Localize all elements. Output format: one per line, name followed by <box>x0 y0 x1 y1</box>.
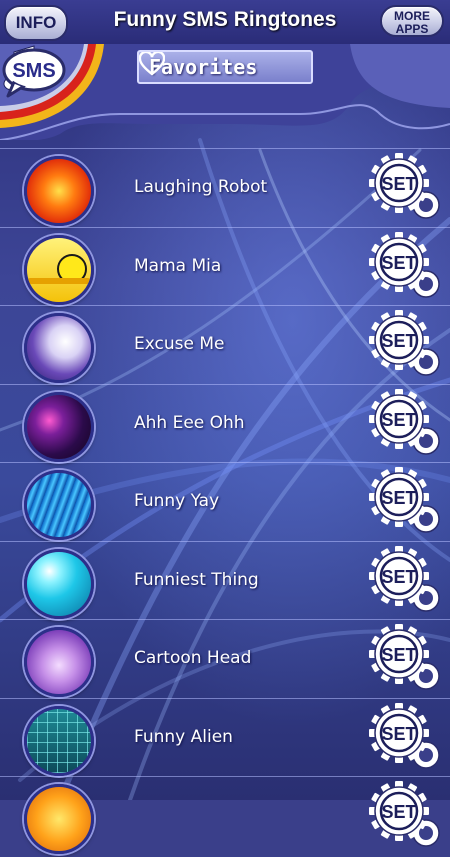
ringtone-name: Cartoon Head <box>134 648 252 668</box>
set-label: SET <box>381 488 416 508</box>
ringtone-name: Excuse Me <box>134 334 225 354</box>
ringtone-name: Mama Mia <box>134 255 222 276</box>
set-ringtone-button[interactable]: SET <box>368 702 442 775</box>
ringtone-row[interactable]: Funniest Thing SET <box>0 540 450 620</box>
set-label: SET <box>381 253 416 273</box>
cyan-bubble-icon[interactable] <box>24 548 94 619</box>
set-label: SET <box>381 174 416 194</box>
set-ringtone-button[interactable]: SET <box>368 388 442 461</box>
set-ringtone-button[interactable]: SET <box>368 231 442 304</box>
app-title: Funny SMS Ringtones <box>113 8 337 31</box>
favorites-label: Favorites <box>149 55 258 79</box>
ringtone-row[interactable]: Mama Mia SET <box>0 226 450 306</box>
favorites-button[interactable]: Favorites <box>137 50 313 84</box>
ringtone-row[interactable]: Excuse Me SET <box>0 305 450 384</box>
set-label: SET <box>381 567 416 587</box>
ringtone-name: Funniest Thing <box>134 569 259 590</box>
ringtone-row[interactable]: Ahh Eee Ohh SET <box>0 383 450 463</box>
ringtone-name: Funny Alien <box>134 726 233 747</box>
set-ringtone-button[interactable]: SET <box>368 545 442 618</box>
app-header: INFO Funny SMS Ringtones MORE APPS <box>0 0 450 45</box>
more-apps-button[interactable]: MORE APPS <box>380 5 444 37</box>
ringtone-list: Laughing Robot SET Mama Mia SET Excuse Me SET… <box>0 148 450 854</box>
info-button[interactable]: INFO <box>4 5 68 41</box>
ringtone-name: Funny Yay <box>134 491 220 511</box>
purple-feather-icon[interactable] <box>24 627 94 697</box>
heart-icon <box>139 52 165 76</box>
set-label: SET <box>381 645 416 665</box>
set-label: SET <box>381 331 416 351</box>
sub-header: Favorites SMS <box>0 44 450 140</box>
ringtone-row[interactable]: Funny Yay SET <box>0 462 450 541</box>
sms-label: SMS <box>12 60 55 82</box>
blue-waves-icon[interactable] <box>24 470 94 540</box>
ringtone-row[interactable]: Laughing Robot SET <box>0 148 450 227</box>
set-label: SET <box>381 802 416 822</box>
fireworks-icon[interactable] <box>24 391 94 462</box>
ringtone-name: Ahh Eee Ohh <box>134 412 245 433</box>
orange-burst-icon[interactable] <box>24 156 94 226</box>
ringtone-row[interactable]: Funny Alien SET <box>0 697 450 777</box>
set-ringtone-button[interactable]: SET <box>368 467 442 539</box>
ringtone-row[interactable]: SET <box>0 776 450 855</box>
set-ringtone-button[interactable]: SET <box>368 153 442 225</box>
set-ringtone-button[interactable]: SET <box>368 310 442 382</box>
orange-sun-icon[interactable] <box>24 784 94 854</box>
set-label: SET <box>381 724 416 744</box>
set-ringtone-button[interactable]: SET <box>368 781 442 853</box>
more-apps-line2: APPS <box>395 22 429 36</box>
set-label: SET <box>381 410 416 430</box>
purple-splash-icon[interactable] <box>24 313 94 383</box>
ringtone-row[interactable]: Cartoon Head SET <box>0 619 450 698</box>
teal-grid-icon[interactable] <box>24 705 94 776</box>
smiley-icon[interactable] <box>24 234 94 305</box>
ringtone-name: Laughing Robot <box>134 177 268 197</box>
set-ringtone-button[interactable]: SET <box>368 624 442 696</box>
sms-button[interactable]: SMS <box>0 44 66 100</box>
